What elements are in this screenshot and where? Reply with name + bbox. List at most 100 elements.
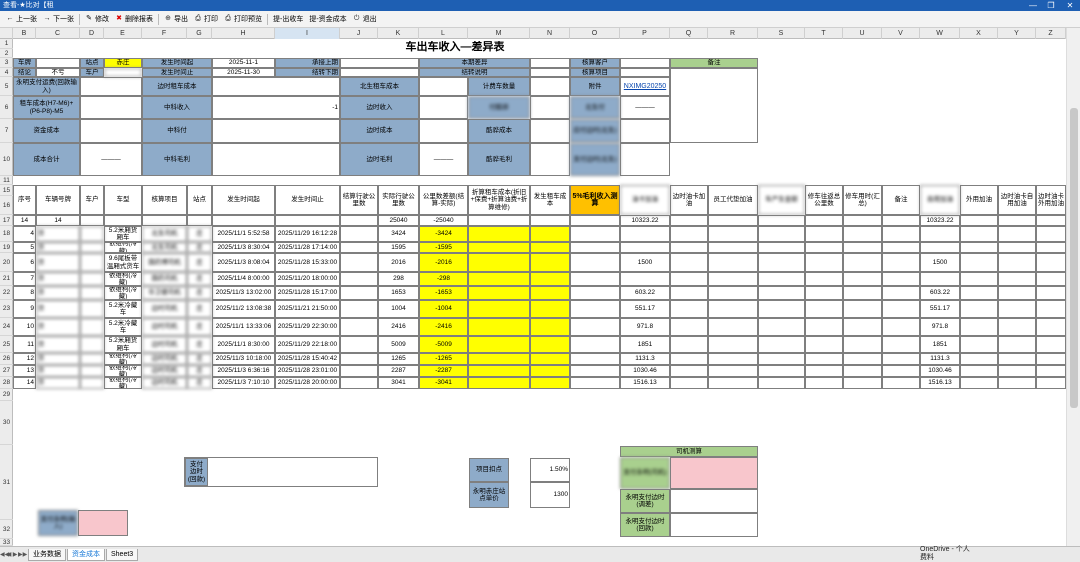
row-header-18[interactable]: 18	[0, 226, 13, 242]
data-row-0-cell-9[interactable]: 3424	[378, 226, 419, 242]
return-pay-value[interactable]	[670, 513, 758, 537]
data-row-10-cell-5[interactable]: 庄	[187, 377, 212, 389]
data-row-7-cell-12[interactable]	[530, 336, 570, 353]
column-header-M[interactable]: M	[468, 28, 530, 39]
data-row-6-cell-14[interactable]: 971.8	[620, 318, 670, 336]
row-header-25[interactable]: 25	[0, 336, 13, 353]
column-header-K[interactable]: K	[378, 28, 419, 39]
data-row-0-cell-1[interactable]: 京	[36, 226, 80, 242]
data-row-4-cell-0[interactable]: 8	[13, 286, 36, 300]
data-row-5-cell-19[interactable]	[843, 300, 882, 318]
toolbar-button-1[interactable]: → 下一张	[40, 13, 77, 26]
column-header-I[interactable]: I	[275, 28, 340, 39]
unit-price-value[interactable]: 1300	[530, 482, 570, 508]
data-row-10-cell-17[interactable]	[758, 377, 805, 389]
row-header-21[interactable]: 21	[0, 272, 13, 286]
data-row-0-cell-24[interactable]	[1036, 226, 1066, 242]
data-row-1-cell-16[interactable]	[708, 242, 758, 253]
close-icon[interactable]: ✕	[1061, 0, 1079, 11]
data-row-9-cell-1[interactable]: 京	[36, 365, 80, 377]
data-row-7-cell-15[interactable]	[670, 336, 708, 353]
data-row-1-cell-5[interactable]: 庄	[187, 242, 212, 253]
data-row-6-cell-2[interactable]	[80, 318, 104, 336]
data-row-7-cell-10[interactable]: -5009	[419, 336, 468, 353]
data-row-6-cell-4[interactable]: 边时司机	[142, 318, 187, 336]
data-row-5-cell-12[interactable]	[530, 300, 570, 318]
data-row-7-cell-20[interactable]	[882, 336, 920, 353]
column-header-P[interactable]: P	[620, 28, 670, 39]
data-row-3-cell-11[interactable]	[468, 272, 530, 286]
data-row-8-cell-17[interactable]	[758, 353, 805, 365]
data-row-1-cell-2[interactable]	[80, 242, 104, 253]
data-row-3-cell-0[interactable]: 7	[13, 272, 36, 286]
row4-cell-1[interactable]: 不亏	[36, 68, 80, 77]
l7-cell-1[interactable]	[80, 119, 142, 143]
l6-cell-3[interactable]: -1	[212, 96, 340, 119]
l7-cell-5[interactable]	[419, 119, 468, 143]
data-row-8-cell-9[interactable]: 1265	[378, 353, 419, 365]
data-row-1-cell-19[interactable]	[843, 242, 882, 253]
data-row-9-cell-11[interactable]	[468, 365, 530, 377]
data-row-7-cell-16[interactable]	[708, 336, 758, 353]
data-row-2-cell-2[interactable]	[80, 253, 104, 272]
data-row-10-cell-2[interactable]	[80, 377, 104, 389]
column-header-O[interactable]: O	[570, 28, 620, 39]
l5-cell-5[interactable]	[419, 77, 468, 96]
data-row-7-cell-17[interactable]	[758, 336, 805, 353]
data-row-1-cell-14[interactable]	[620, 242, 670, 253]
data-row-0-cell-19[interactable]	[843, 226, 882, 242]
toolbar-button-0[interactable]: ← 上一张	[3, 13, 40, 26]
data-row-8-cell-0[interactable]: 12	[13, 353, 36, 365]
data-row-5-cell-4[interactable]: 边时司机	[142, 300, 187, 318]
data-row-9-cell-22[interactable]	[960, 365, 998, 377]
data-row-4-cell-16[interactable]	[708, 286, 758, 300]
sheet-nav-3-icon[interactable]: ▶▶	[18, 551, 27, 558]
toolbar-button-3[interactable]: ✖ 删除报表	[112, 13, 156, 26]
row-header-28[interactable]: 28	[0, 377, 13, 389]
data-row-3-cell-19[interactable]	[843, 272, 882, 286]
data-row-1-cell-1[interactable]: 京	[36, 242, 80, 253]
column-header-B[interactable]: B	[13, 28, 36, 39]
summary-cell-18[interactable]	[805, 215, 843, 226]
data-row-1-cell-20[interactable]	[882, 242, 920, 253]
row-header-1[interactable]: 1	[0, 39, 13, 49]
data-row-10-cell-23[interactable]	[998, 377, 1036, 389]
data-row-5-cell-11[interactable]	[468, 300, 530, 318]
data-row-4-cell-3[interactable]: 依维柯(冷藏)	[104, 286, 142, 300]
column-header-H[interactable]: H	[212, 28, 275, 39]
data-row-4-cell-18[interactable]	[805, 286, 843, 300]
data-row-8-cell-15[interactable]	[670, 353, 708, 365]
row-header-20[interactable]: 20	[0, 253, 13, 272]
data-row-7-cell-6[interactable]: 2025/11/1 8:30:00	[212, 336, 275, 353]
data-row-9-cell-8[interactable]	[340, 365, 378, 377]
data-row-3-cell-9[interactable]: 298	[378, 272, 419, 286]
data-row-0-cell-3[interactable]: 5.2米厢货厢车	[104, 226, 142, 242]
data-row-0-cell-8[interactable]	[340, 226, 378, 242]
data-row-10-cell-10[interactable]: -3041	[419, 377, 468, 389]
data-row-7-cell-22[interactable]	[960, 336, 998, 353]
l8-cell-7[interactable]	[530, 143, 570, 176]
data-row-6-cell-0[interactable]: 10	[13, 318, 36, 336]
data-row-6-cell-21[interactable]: 971.8	[920, 318, 960, 336]
data-row-0-cell-22[interactable]	[960, 226, 998, 242]
data-row-4-cell-20[interactable]	[882, 286, 920, 300]
l6-cell-9[interactable]: ———	[620, 96, 670, 119]
column-header-V[interactable]: V	[882, 28, 920, 39]
data-row-2-cell-5[interactable]: 庄	[187, 253, 212, 272]
l5-cell-3[interactable]	[212, 77, 340, 96]
data-row-4-cell-21[interactable]: 603.22	[920, 286, 960, 300]
data-row-4-cell-8[interactable]	[340, 286, 378, 300]
data-row-0-cell-12[interactable]	[530, 226, 570, 242]
data-row-9-cell-24[interactable]	[1036, 365, 1066, 377]
attachment-link[interactable]: NXIMG20250	[620, 77, 670, 96]
data-row-4-cell-4[interactable]: 华卫健司机	[142, 286, 187, 300]
l7-cell-9[interactable]	[620, 119, 670, 143]
data-row-10-cell-1[interactable]: 京	[36, 377, 80, 389]
data-row-0-cell-0[interactable]: 4	[13, 226, 36, 242]
row4-cell-7[interactable]	[340, 68, 419, 77]
data-row-3-cell-20[interactable]	[882, 272, 920, 286]
adjust-pay-value[interactable]	[670, 489, 758, 513]
data-row-4-cell-24[interactable]	[1036, 286, 1066, 300]
data-row-4-cell-7[interactable]: 2025/11/28 15:17:00	[275, 286, 340, 300]
summary-cell-17[interactable]	[758, 215, 805, 226]
